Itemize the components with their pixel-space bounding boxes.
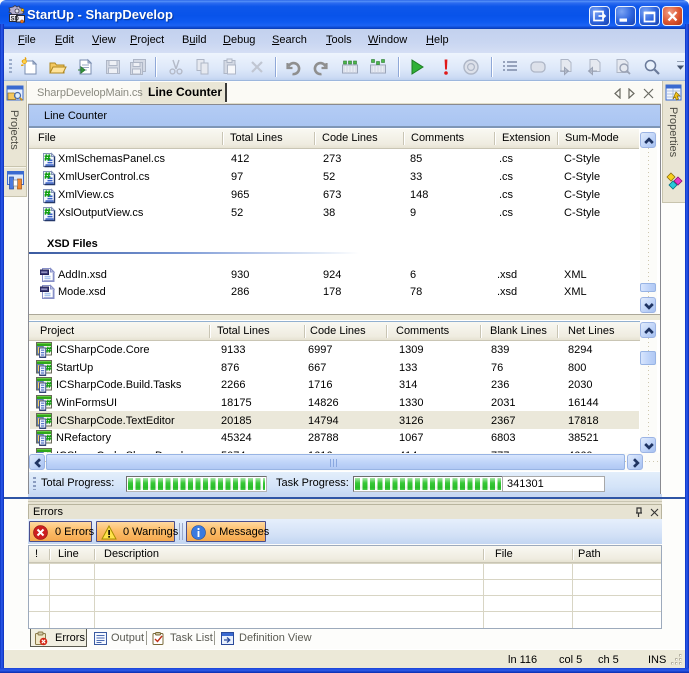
svg-text:SD: SD	[11, 17, 20, 23]
